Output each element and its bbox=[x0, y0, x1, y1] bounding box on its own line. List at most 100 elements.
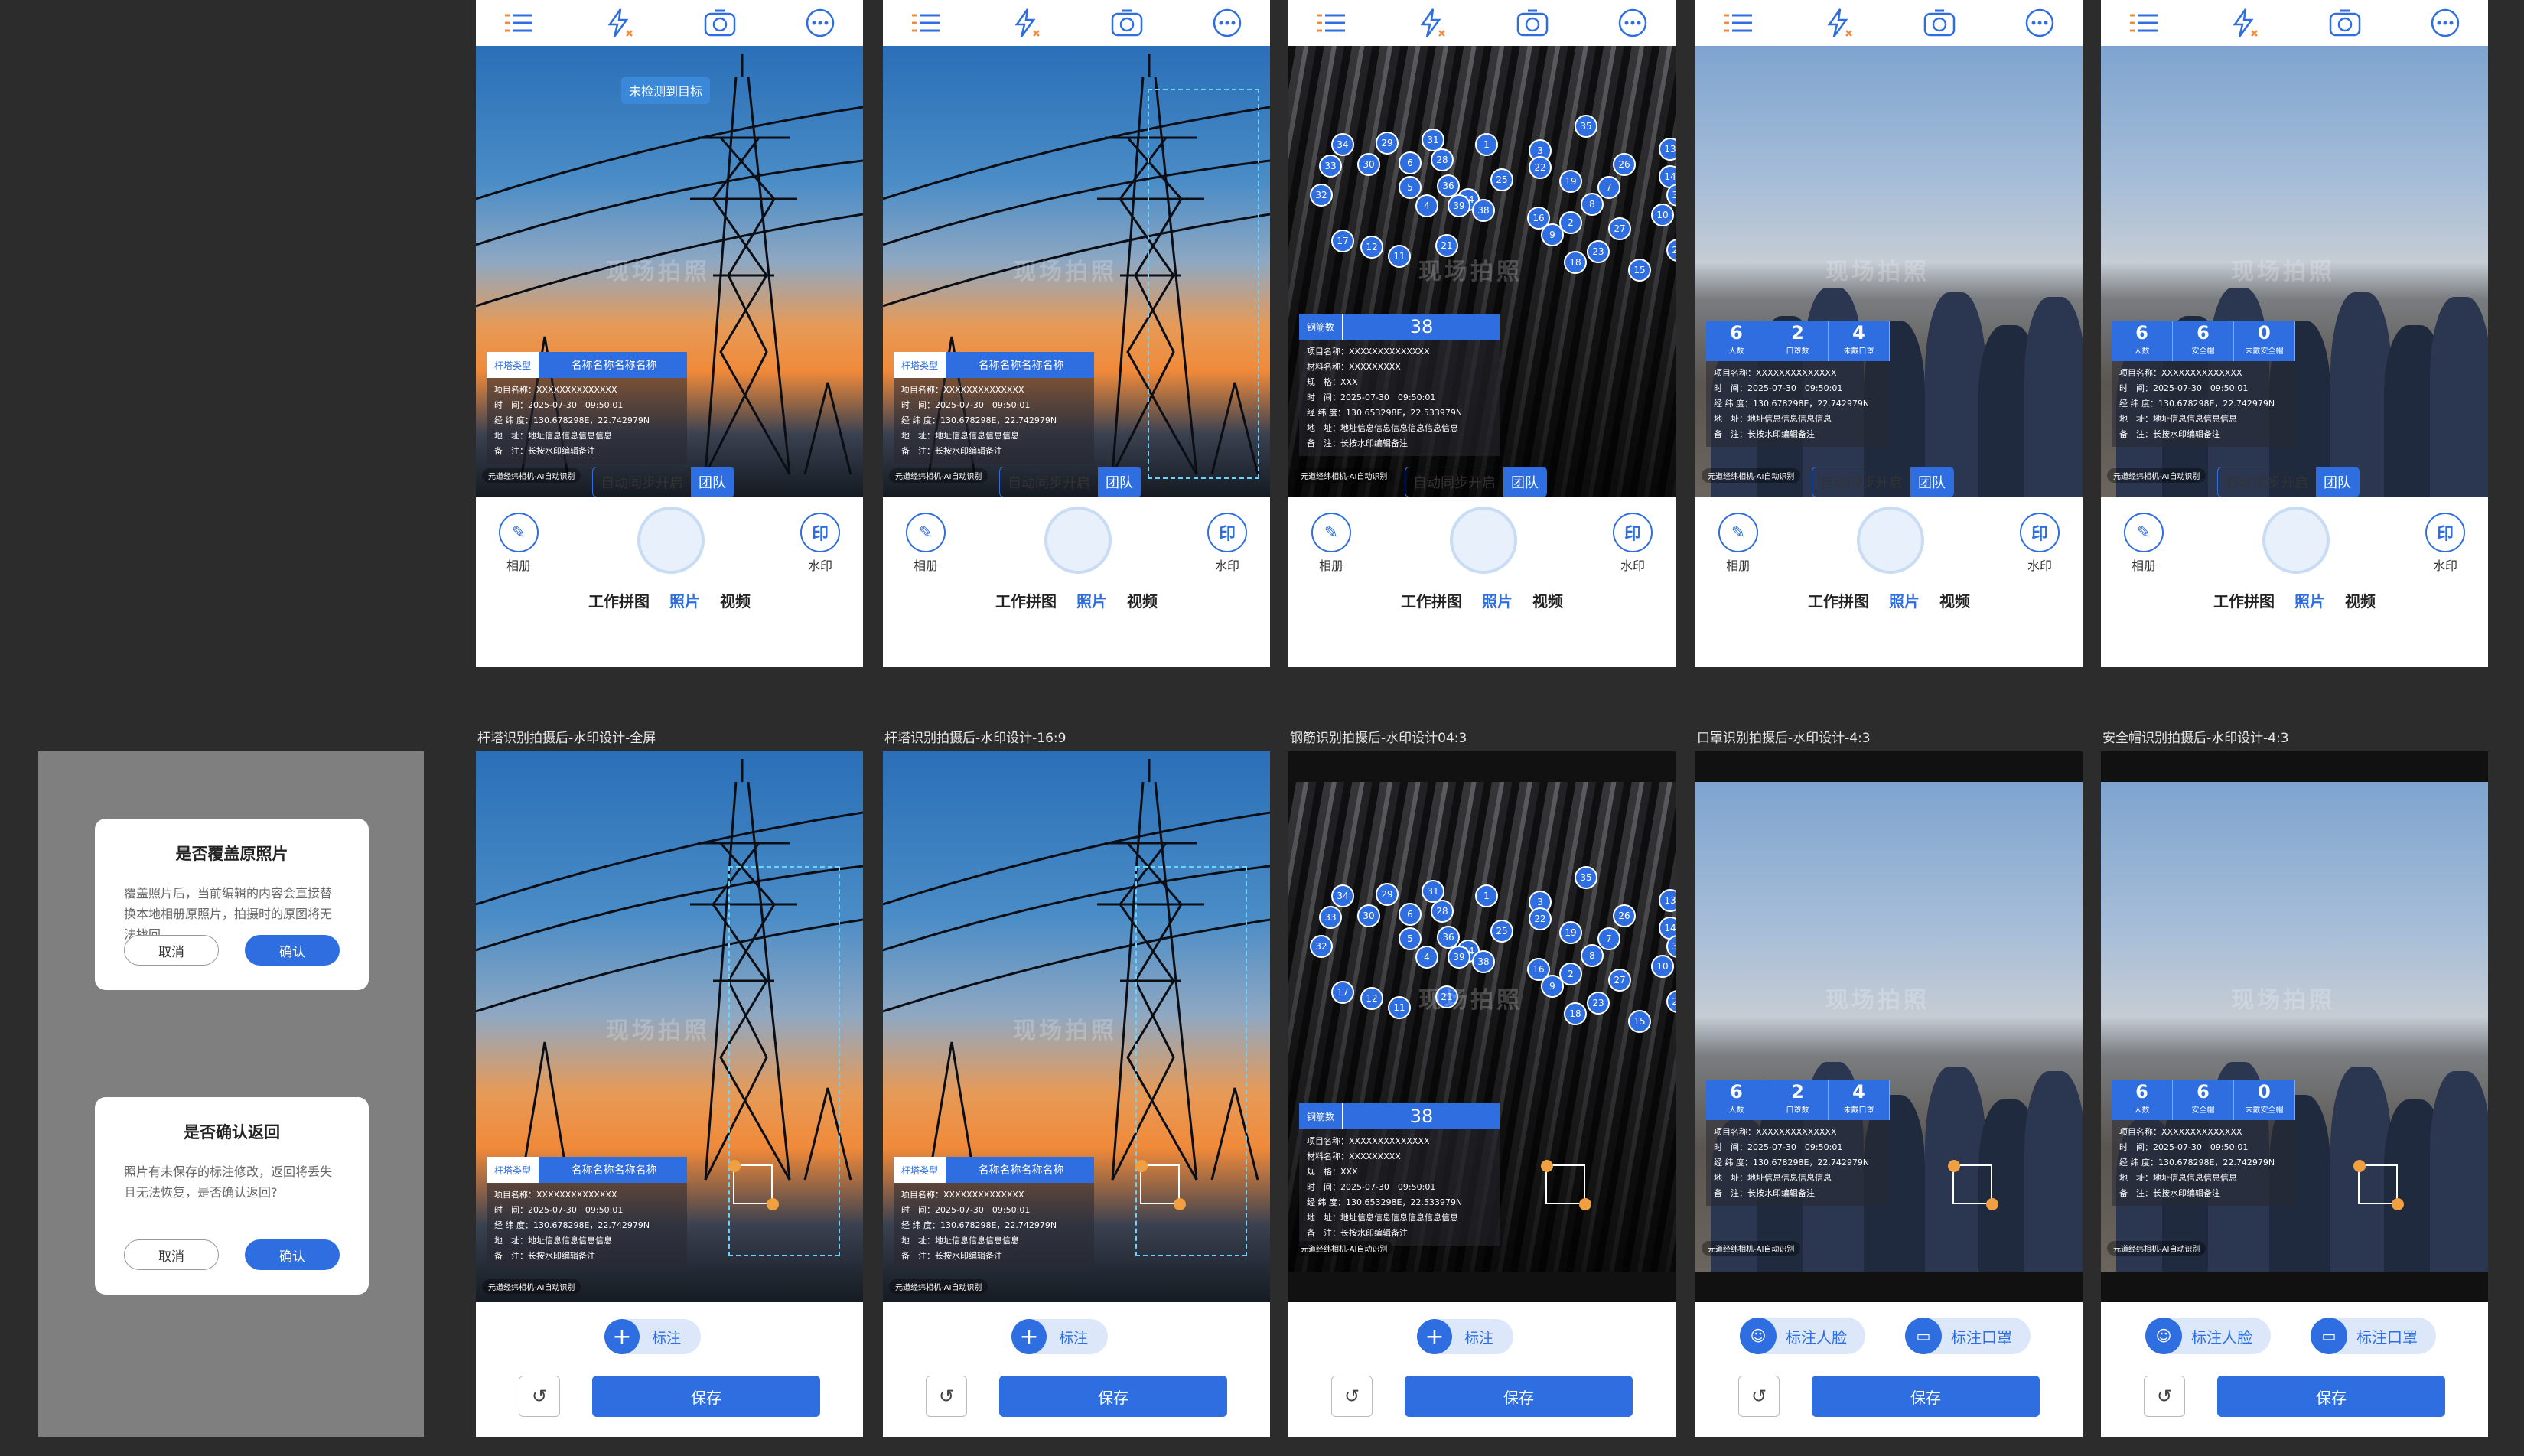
shutter-button[interactable] bbox=[637, 507, 705, 574]
resize-handle[interactable] bbox=[1948, 1160, 1960, 1172]
rebar-count-bubble[interactable]: 26 bbox=[1613, 904, 1636, 927]
selection-handle[interactable] bbox=[2358, 1164, 2398, 1204]
resize-handle[interactable] bbox=[1174, 1198, 1186, 1210]
rebar-count-bubble[interactable]: 33 bbox=[1319, 155, 1342, 178]
watermark-card[interactable]: 杆塔类型 名称名称名称名称 项目名称：XXXXXXXXXXXXXX 时 间：2025-… bbox=[487, 352, 687, 464]
annotate-face-button[interactable]: ☺ 标注人脸 bbox=[2145, 1318, 2271, 1354]
menu-icon[interactable] bbox=[1314, 6, 1348, 40]
rebar-count-bubble[interactable]: 10 bbox=[1651, 204, 1674, 226]
rebar-count-bubble[interactable]: 12 bbox=[1360, 987, 1383, 1010]
tab-video[interactable]: 视频 bbox=[1939, 589, 1970, 611]
tab-video[interactable]: 视频 bbox=[2345, 589, 2376, 611]
tab-photo[interactable]: 照片 bbox=[1076, 589, 1107, 611]
rebar-count-bubble[interactable]: 17 bbox=[1331, 981, 1354, 1004]
watermark-button[interactable]: 印水印 bbox=[2422, 513, 2468, 574]
album-button[interactable]: ✎ 相册 bbox=[903, 513, 949, 574]
rebar-count-bubble[interactable]: 1 bbox=[1475, 133, 1498, 156]
shutter-button[interactable] bbox=[1450, 507, 1517, 574]
rebar-count-bubble[interactable]: 15 bbox=[1628, 259, 1651, 282]
rebar-count-bubble[interactable]: 11 bbox=[1388, 245, 1411, 268]
rebar-count-bubble[interactable]: 8 bbox=[1581, 193, 1604, 216]
rebar-count-bubble[interactable]: 29 bbox=[1376, 883, 1399, 906]
rebar-count-bubble[interactable]: 32 bbox=[1310, 184, 1333, 207]
shutter-button[interactable] bbox=[1044, 507, 1112, 574]
cancel-button[interactable]: 取消 bbox=[124, 935, 219, 966]
rebar-count-bubble[interactable]: 39 bbox=[1448, 194, 1470, 217]
rebar-count-bubble[interactable]: 26 bbox=[1613, 153, 1636, 176]
resize-handle[interactable] bbox=[1986, 1198, 1998, 1210]
rebar-count-bubble[interactable]: 30 bbox=[1357, 153, 1380, 176]
resize-handle[interactable] bbox=[1579, 1198, 1591, 1210]
rebar-count-bubble[interactable]: 6 bbox=[1399, 903, 1422, 926]
rebar-count-bubble[interactable]: 11 bbox=[1388, 996, 1411, 1019]
rebar-count-bubble[interactable]: 30 bbox=[1357, 904, 1380, 927]
rebar-count-bubble[interactable]: 4 bbox=[1415, 946, 1438, 969]
flash-off-icon[interactable] bbox=[2227, 6, 2261, 40]
more-icon[interactable] bbox=[2428, 6, 2462, 40]
menu-icon[interactable] bbox=[1721, 6, 1755, 40]
save-button[interactable]: 保存 bbox=[2217, 1376, 2445, 1417]
cancel-button[interactable]: 取消 bbox=[124, 1239, 219, 1270]
selection-handle[interactable] bbox=[733, 1164, 773, 1204]
watermark-card[interactable]: 钢筋数 38 项目名称：XXXXXXXXXXXXXX 材料名称：XXXXXXXXX 规 … bbox=[1299, 1103, 1500, 1246]
album-button[interactable]: ✎ 相册 bbox=[2121, 513, 2167, 574]
rebar-count-bubble[interactable]: 12 bbox=[1360, 236, 1383, 259]
annotate-face-button[interactable]: ☺ 标注人脸 bbox=[1740, 1318, 1865, 1354]
flash-off-icon[interactable] bbox=[1822, 6, 1855, 40]
auto-sync-toggle[interactable]: 自动同步开启 团队 bbox=[999, 467, 1141, 497]
watermark-card[interactable]: 6 人数 2 口罩数 4 未戴口罩 项目名称：XXXXXXXXXXXXXX 时 间：2025-… bbox=[1706, 321, 1890, 447]
rebar-count-bubble[interactable]: 34 bbox=[1331, 133, 1354, 156]
rebar-count-bubble[interactable]: 18 bbox=[1564, 251, 1587, 274]
resize-handle[interactable] bbox=[728, 1160, 741, 1172]
rebar-count-bubble[interactable]: 34 bbox=[1331, 884, 1354, 907]
rebar-count-bubble[interactable]: 2 bbox=[1559, 963, 1582, 985]
tab-photo[interactable]: 照片 bbox=[2294, 589, 2325, 611]
album-button[interactable]: ✎ 相册 bbox=[496, 513, 542, 574]
more-icon[interactable] bbox=[2023, 6, 2057, 40]
flash-off-icon[interactable] bbox=[1009, 6, 1043, 40]
rebar-count-bubble[interactable]: 19 bbox=[1559, 921, 1582, 944]
watermark-button[interactable]: 印水印 bbox=[1204, 513, 1250, 574]
confirm-button[interactable]: 确认 bbox=[245, 1239, 340, 1270]
watermark-card[interactable]: 6 人数 6 安全帽 0 未戴安全帽 项目名称：XXXXXXXXXXXXXX 时 间：2025… bbox=[2112, 321, 2295, 447]
rebar-count-bubble[interactable]: 39 bbox=[1448, 946, 1470, 969]
album-button[interactable]: ✎ 相册 bbox=[1308, 513, 1354, 574]
watermark-card[interactable]: 6 人数 6 安全帽 0 未戴安全帽 项目名称：XXXXXXXXXXXXXX 时 间：2025… bbox=[2112, 1080, 2295, 1206]
switch-camera-icon[interactable] bbox=[703, 6, 737, 40]
rebar-count-bubble[interactable]: 22 bbox=[1529, 156, 1552, 179]
rebar-count-bubble[interactable]: 1 bbox=[1475, 884, 1498, 907]
rebar-count-bubble[interactable]: 10 bbox=[1651, 955, 1674, 978]
rebar-count-bubble[interactable]: 5 bbox=[1399, 176, 1422, 199]
auto-sync-toggle[interactable]: 自动同步开启 团队 bbox=[1405, 467, 1547, 497]
tab-video[interactable]: 视频 bbox=[720, 589, 751, 611]
tab-puzzle[interactable]: 工作拼图 bbox=[588, 589, 650, 611]
tab-photo[interactable]: 照片 bbox=[669, 589, 700, 611]
rebar-count-bubble[interactable]: 4 bbox=[1415, 194, 1438, 217]
watermark-card[interactable]: 杆塔类型 名称名称名称名称 项目名称：XXXXXXXXXXXXXX 时 间：2025-… bbox=[487, 1157, 687, 1269]
save-button[interactable]: 保存 bbox=[592, 1376, 820, 1417]
rebar-count-bubble[interactable]: 38 bbox=[1472, 950, 1495, 973]
undo-button[interactable]: ↺ bbox=[926, 1376, 967, 1417]
resize-handle[interactable] bbox=[1541, 1160, 1553, 1172]
selection-handle[interactable] bbox=[1140, 1164, 1180, 1204]
rebar-count-bubble[interactable]: 27 bbox=[1608, 969, 1631, 992]
tab-photo[interactable]: 照片 bbox=[1482, 589, 1513, 611]
watermark-card[interactable]: 6 人数 2 口罩数 4 未戴口罩 项目名称：XXXXXXXXXXXXXX 时 间：2025-… bbox=[1706, 1080, 1890, 1206]
undo-button[interactable]: ↺ bbox=[2144, 1376, 2185, 1417]
watermark-button[interactable]: 印水印 bbox=[1610, 513, 1656, 574]
auto-sync-toggle[interactable]: 自动同步开启 团队 bbox=[592, 467, 734, 497]
menu-icon[interactable] bbox=[2127, 6, 2161, 40]
auto-sync-toggle[interactable]: 自动同步开启 团队 bbox=[2217, 467, 2360, 497]
rebar-count-bubble[interactable]: 29 bbox=[1376, 132, 1399, 155]
confirm-button[interactable]: 确认 bbox=[245, 935, 340, 966]
flash-off-icon[interactable] bbox=[602, 6, 636, 40]
rebar-count-bubble[interactable]: 22 bbox=[1529, 907, 1552, 930]
rebar-count-bubble[interactable]: 13 bbox=[1659, 138, 1676, 161]
watermark-button[interactable]: 印水印 bbox=[797, 513, 843, 574]
rebar-count-bubble[interactable]: 28 bbox=[1431, 900, 1454, 923]
rebar-count-bubble[interactable]: 5 bbox=[1399, 927, 1422, 950]
rebar-count-bubble[interactable]: 28 bbox=[1431, 148, 1454, 171]
tab-puzzle[interactable]: 工作拼图 bbox=[2213, 589, 2275, 611]
auto-sync-toggle[interactable]: 自动同步开启 团队 bbox=[1812, 467, 1954, 497]
rebar-count-bubble[interactable]: 6 bbox=[1399, 151, 1422, 174]
